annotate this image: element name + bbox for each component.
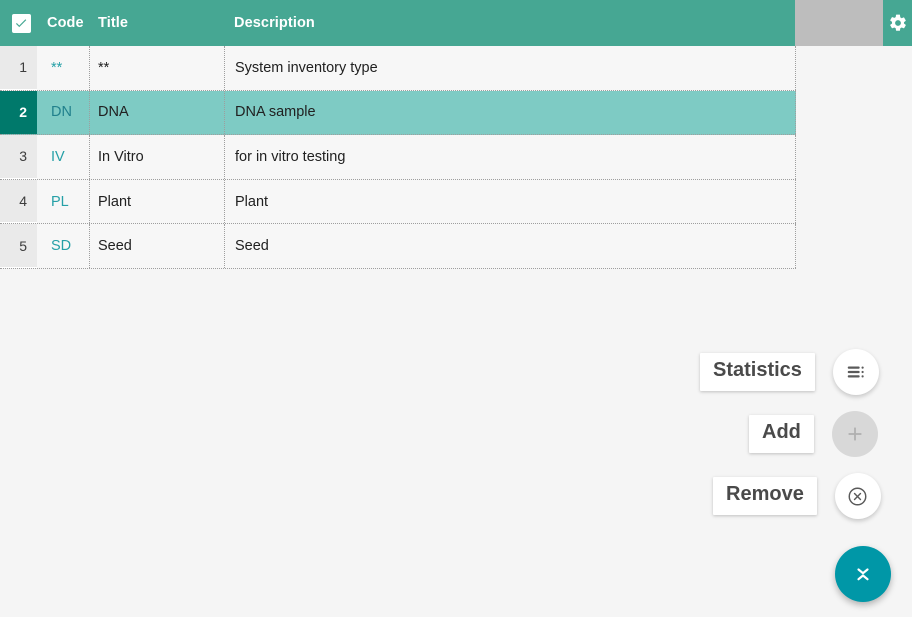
remove-label[interactable]: Remove [713,477,817,515]
cell-description[interactable]: Plant [225,179,796,224]
collapse-chevrons-icon [857,568,869,581]
header-placeholder-block [795,0,883,46]
table-row[interactable]: 1 ** ** System inventory type [0,46,796,91]
cell-code[interactable]: SD [37,224,90,268]
table-row[interactable]: 3 IV In Vitro for in vitro testing [0,135,796,180]
statistics-action-group: Statistics [700,349,879,395]
select-all-checkbox[interactable] [11,13,31,33]
check-icon [15,19,27,28]
list-lines-icon [847,366,864,378]
table-header-bar: Code Title Description [0,0,912,46]
cell-description[interactable]: for in vitro testing [225,135,796,179]
cell-title[interactable]: Plant [90,179,225,224]
row-number: 5 [0,224,37,268]
circle-x-icon [848,487,867,505]
table-row[interactable]: 5 SD Seed Seed [0,224,796,269]
remove-button[interactable] [834,473,881,519]
statistics-button[interactable] [832,349,879,395]
row-number: 1 [0,46,37,90]
plus-icon [848,427,862,441]
settings-button[interactable] [883,0,912,46]
add-label[interactable]: Add [749,415,814,453]
cell-description[interactable]: Seed [225,224,796,268]
gear-icon [889,14,906,31]
cell-code[interactable]: PL [37,179,90,224]
add-action-group: Add [749,411,878,457]
row-number: 3 [0,135,37,179]
collapse-toolbar-button[interactable] [835,546,891,602]
cell-title[interactable]: Seed [90,224,225,268]
statistics-label[interactable]: Statistics [700,353,815,391]
add-button[interactable] [831,411,878,457]
inventory-type-table: 1 ** ** System inventory type 2 DN DNA D… [0,46,796,269]
cell-code[interactable]: IV [37,135,90,179]
column-header-description[interactable]: Description [234,0,315,46]
table-row[interactable]: 2 DN DNA DNA sample [0,90,796,136]
cell-title[interactable]: DNA [90,90,225,135]
cell-code[interactable]: ** [37,46,90,90]
cell-description[interactable]: System inventory type [225,46,796,90]
cell-description[interactable]: DNA sample [225,90,796,135]
row-number: 4 [0,179,37,224]
column-header-code[interactable]: Code [47,0,84,46]
row-number: 2 [0,90,37,135]
cell-title[interactable]: In Vitro [90,135,225,179]
select-all-cell[interactable] [10,0,32,46]
table-row[interactable]: 4 PL Plant Plant [0,179,796,225]
remove-action-group: Remove [713,473,881,519]
cell-code[interactable]: DN [37,90,90,135]
column-header-title[interactable]: Title [98,0,128,46]
cell-title[interactable]: ** [90,46,225,90]
